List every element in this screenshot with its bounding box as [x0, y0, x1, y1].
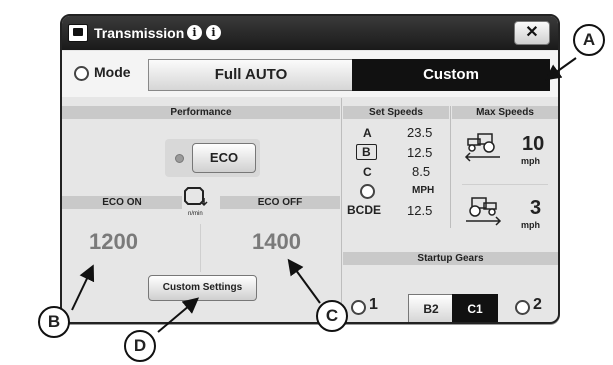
callout-b: B — [38, 306, 70, 338]
callout-c: C — [316, 300, 348, 332]
callout-arrows — [71, 57, 577, 333]
callout-d: D — [124, 330, 156, 362]
callout-a: A — [573, 24, 605, 56]
